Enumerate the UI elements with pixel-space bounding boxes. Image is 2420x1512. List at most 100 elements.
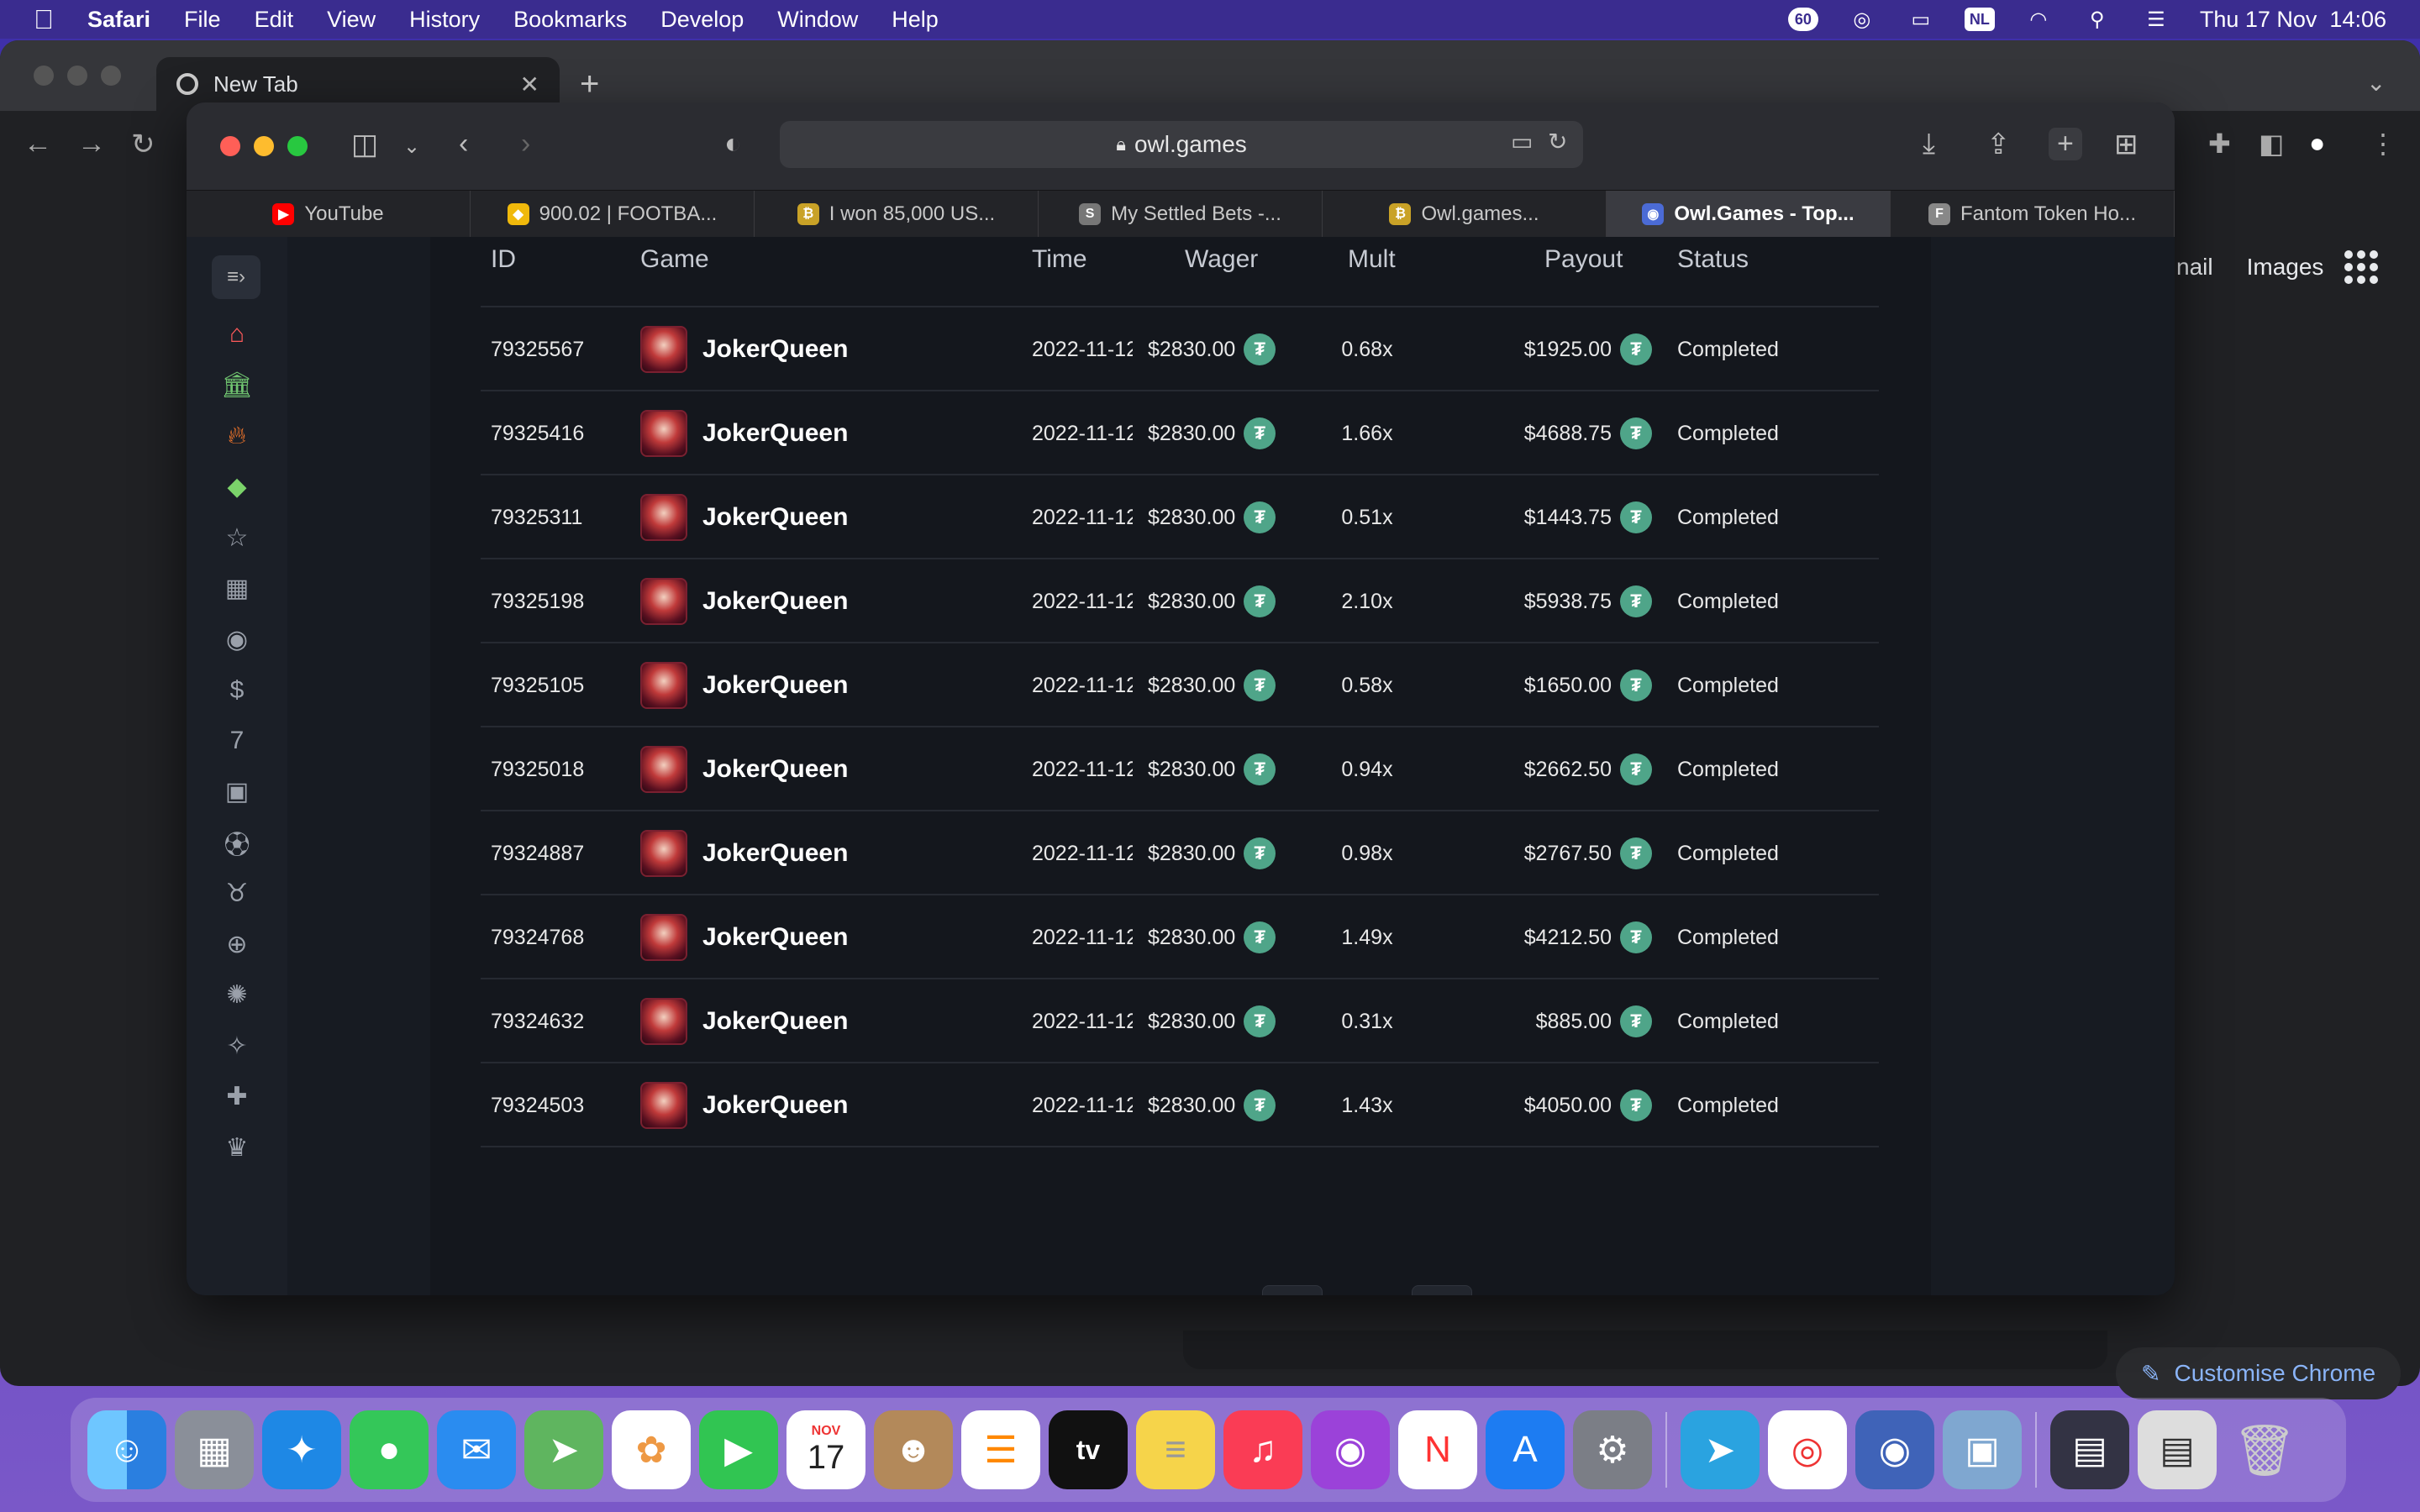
next-page-button[interactable]: ▶: [1412, 1285, 1472, 1295]
chrome-minimize-light[interactable]: [67, 66, 87, 86]
menu-view[interactable]: View: [327, 7, 376, 33]
live-icon[interactable]: ▣: [220, 775, 254, 809]
table-row[interactable]: 79324768 JokerQueen 2022-11-12 $2830.00 ₮…: [481, 895, 1879, 979]
game-name[interactable]: JokerQueen: [702, 727, 848, 811]
maps-icon[interactable]: ➤: [524, 1410, 603, 1489]
tab-overview-icon[interactable]: ⊞: [2114, 128, 2139, 161]
preview-icon[interactable]: ▣: [1943, 1410, 2022, 1489]
chrome-forward-icon[interactable]: →: [77, 128, 106, 160]
facetime-icon[interactable]: ▶: [699, 1410, 778, 1489]
safari-tab[interactable]: F Fantom Token Ho...: [1891, 191, 2175, 238]
table-row[interactable]: 79325105 JokerQueen 2022-11-12 $2830.00 ₮…: [481, 643, 1879, 727]
trash-icon[interactable]: 🗑︎: [2225, 1410, 2304, 1489]
game-name[interactable]: JokerQueen: [702, 1063, 848, 1147]
table-row[interactable]: 79325018 JokerQueen 2022-11-12 $2830.00 ₮…: [481, 727, 1879, 811]
game-name[interactable]: JokerQueen: [702, 643, 848, 727]
chrome-reload-icon[interactable]: ↻: [131, 128, 155, 161]
game-name[interactable]: JokerQueen: [702, 895, 848, 979]
safari-tab[interactable]: ▶ YouTube: [187, 191, 471, 238]
customise-chrome-button[interactable]: ✎ Customise Chrome: [2116, 1347, 2402, 1399]
casino-bank-icon[interactable]: 🏛︎: [220, 369, 254, 402]
menu-file[interactable]: File: [184, 7, 221, 33]
podcasts-icon[interactable]: ◉: [1311, 1410, 1390, 1489]
forward-icon[interactable]: ›: [521, 128, 530, 160]
table-row[interactable]: 79325416 JokerQueen 2022-11-12 $2830.00 ₮…: [481, 391, 1879, 475]
finder-icon[interactable]: ☺: [87, 1410, 166, 1489]
chrome-zoom-light[interactable]: [101, 66, 121, 86]
table-row[interactable]: 79324503 JokerQueen 2022-11-12 $2830.00 ₮…: [481, 1063, 1879, 1147]
apple-tv-icon[interactable]: tv: [1049, 1410, 1128, 1489]
share-icon[interactable]: ⇪: [1986, 128, 2011, 161]
reload-icon[interactable]: ↻: [1548, 128, 1567, 155]
table-row[interactable]: 79324887 JokerQueen 2022-11-12 $2830.00 ₮…: [481, 811, 1879, 895]
side-panel-icon[interactable]: ◧: [2259, 128, 2284, 160]
menubar-clock[interactable]: Thu 17 Nov 14:06: [2200, 7, 2386, 33]
extensions-icon[interactable]: ✚: [2208, 128, 2231, 160]
slots-icon[interactable]: 7: [220, 724, 254, 758]
photos-icon[interactable]: ✿: [612, 1410, 691, 1489]
safari-tab[interactable]: ◆ 900.02 | FOOTBA...: [471, 191, 755, 238]
menu-window[interactable]: Window: [777, 7, 858, 33]
chrome-icon[interactable]: ◎: [1768, 1410, 1847, 1489]
battery-icon[interactable]: ▭: [1906, 8, 1936, 31]
input-language-icon[interactable]: NL: [1964, 8, 1995, 31]
google-apps-icon[interactable]: [2344, 250, 2378, 284]
game-name[interactable]: JokerQueen: [702, 475, 848, 559]
fire-icon[interactable]: 🔥︎: [220, 419, 254, 453]
chrome-menu-icon[interactable]: ⋮: [2370, 128, 2396, 160]
gamepad-icon[interactable]: ⊕: [220, 927, 254, 961]
system-settings-icon[interactable]: ⚙: [1573, 1410, 1652, 1489]
menu-app-name[interactable]: Safari: [87, 7, 150, 33]
tab-group-chevron-icon[interactable]: ⌄: [403, 134, 420, 159]
notes-icon[interactable]: ≡: [1136, 1410, 1215, 1489]
menu-help[interactable]: Help: [892, 7, 939, 33]
reader-icon[interactable]: ▭: [1511, 128, 1533, 155]
control-center-icon[interactable]: ☰: [2141, 8, 2171, 31]
table-row[interactable]: 79325198 JokerQueen 2022-11-12 $2830.00 ₮…: [481, 559, 1879, 643]
downloads-icon[interactable]: ⤓: [1923, 128, 1935, 160]
app-store-icon[interactable]: A: [1486, 1410, 1565, 1489]
table-row[interactable]: 79325311 JokerQueen 2022-11-12 $2830.00 ₮…: [481, 475, 1879, 559]
chrome-back-icon[interactable]: ←: [24, 128, 52, 160]
game-name[interactable]: JokerQueen: [702, 811, 848, 895]
back-icon[interactable]: ‹: [459, 128, 468, 160]
recent-screenshot-icon[interactable]: ▤: [2050, 1410, 2129, 1489]
images-link[interactable]: Images: [2247, 254, 2324, 281]
bull-icon[interactable]: ♉︎: [220, 877, 254, 911]
safari-tab[interactable]: S My Settled Bets -...: [1039, 191, 1323, 238]
sidebar-expand-icon[interactable]: ≡›: [212, 255, 260, 299]
notification-badge-icon[interactable]: 60: [1787, 8, 1818, 31]
table-row[interactable]: 79325567 JokerQueen 2022-11-12 $2830.00 ₮…: [481, 307, 1879, 391]
trophy-icon[interactable]: ♛: [220, 1131, 254, 1164]
reminders-icon[interactable]: ☰: [961, 1410, 1040, 1489]
tab-search-chevron-icon[interactable]: ⌄: [2366, 69, 2386, 97]
privacy-shield-icon[interactable]: ◐: [724, 128, 742, 160]
chrome-close-light[interactable]: [34, 66, 54, 86]
menu-edit[interactable]: Edit: [255, 7, 294, 33]
safari-tab[interactable]: ₿ I won 85,000 US...: [755, 191, 1039, 238]
sports-icon[interactable]: ⚽︎: [220, 826, 254, 859]
launchpad-icon[interactable]: ▦: [175, 1410, 254, 1489]
table-row[interactable]: 79324632 JokerQueen 2022-11-12 $2830.00 ₮…: [481, 979, 1879, 1063]
game-name[interactable]: JokerQueen: [702, 391, 848, 475]
close-window-button[interactable]: [220, 136, 240, 156]
menu-history[interactable]: History: [409, 7, 480, 33]
zoom-window-button[interactable]: [287, 136, 308, 156]
sidebar-toggle-icon[interactable]: ◫: [351, 128, 378, 161]
menu-develop[interactable]: Develop: [660, 7, 744, 33]
spotlight-search-icon[interactable]: ⚲: [2082, 8, 2112, 31]
profile-icon[interactable]: ●: [2309, 128, 2325, 159]
money-bag-icon[interactable]: $: [220, 674, 254, 707]
minimize-window-button[interactable]: [254, 136, 274, 156]
messages-icon[interactable]: ●: [350, 1410, 429, 1489]
game-name[interactable]: JokerQueen: [702, 307, 848, 391]
contacts-icon[interactable]: ☻: [874, 1410, 953, 1489]
owl-icon[interactable]: ◉: [220, 622, 254, 656]
news-icon[interactable]: N: [1398, 1410, 1477, 1489]
gmail-link[interactable]: nail: [2176, 254, 2213, 281]
telegram-icon[interactable]: ➤: [1681, 1410, 1760, 1489]
wheel-icon[interactable]: ✺: [220, 979, 254, 1012]
address-bar[interactable]: 🔒︎ owl.games: [780, 121, 1583, 168]
new-tab-icon[interactable]: +: [580, 66, 599, 103]
recent-document-icon[interactable]: ▤: [2138, 1410, 2217, 1489]
